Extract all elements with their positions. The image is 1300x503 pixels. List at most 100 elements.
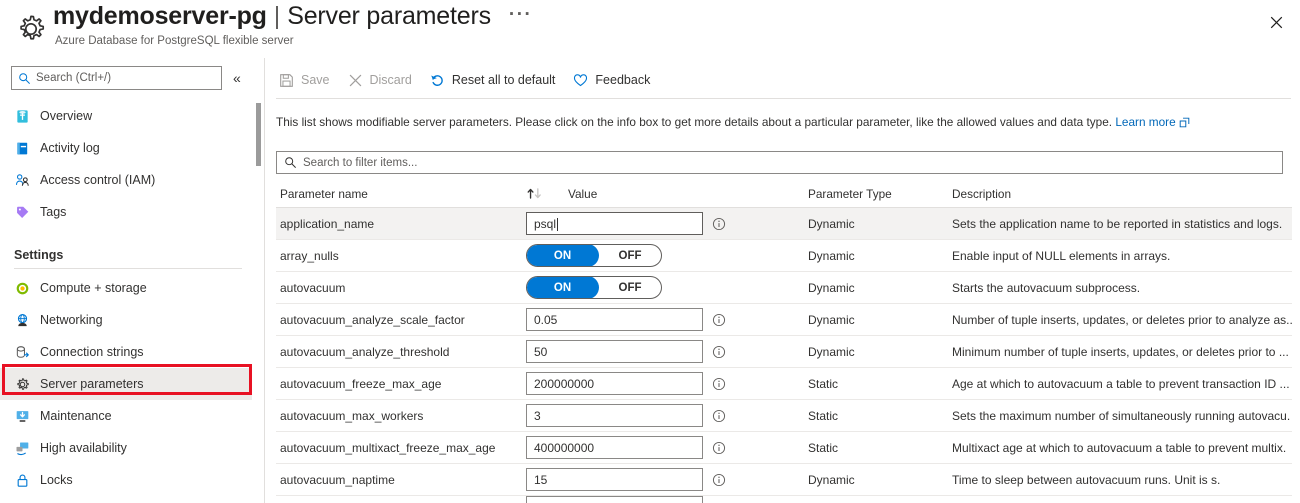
sidebar-item-label: Compute + storage — [40, 281, 147, 295]
parameter-value-cell: 3 — [526, 404, 808, 427]
activity-log-icon — [14, 140, 31, 157]
parameter-description: Sets the maximum number of simultaneousl… — [952, 408, 1291, 423]
search-icon — [18, 72, 31, 85]
value-input[interactable]: 3 — [526, 404, 703, 427]
parameter-name: application_name — [280, 216, 375, 231]
parameter-value-cell-partial — [526, 496, 808, 503]
column-header-value[interactable]: Value — [568, 187, 808, 201]
text-cursor — [557, 218, 559, 231]
sidebar-item-label: High availability — [40, 441, 127, 455]
value-text: 15 — [534, 472, 548, 487]
column-header-parameter-type[interactable]: Parameter Type — [808, 187, 952, 201]
parameters-table: Parameter name Value Parameter Type Desc… — [276, 180, 1292, 503]
table-row[interactable]: autovacuum ON OFF Dynamic Starts the aut… — [276, 272, 1292, 304]
info-circle-icon[interactable] — [712, 345, 726, 359]
parameter-value-cell: 200000000 — [526, 372, 808, 395]
gear-icon — [14, 376, 31, 393]
table-row[interactable]: autovacuum_naptime 15 Dynamic Time to sl… — [276, 464, 1292, 496]
learn-more-link[interactable]: Learn more — [1115, 115, 1175, 129]
value-input[interactable]: 0.05 — [526, 308, 703, 331]
sidebar-scrollbar-thumb[interactable] — [256, 103, 261, 166]
sidebar-item-maintenance[interactable]: Maintenance — [0, 400, 252, 432]
sidebar-item-compute-storage[interactable]: Compute + storage — [0, 272, 252, 304]
close-button[interactable] — [1261, 7, 1291, 37]
table-row[interactable]: autovacuum_freeze_max_age 200000000 Stat… — [276, 368, 1292, 400]
table-row[interactable]: application_name psql Dynamic Sets the a… — [276, 208, 1292, 240]
column-header-description[interactable]: Description — [952, 187, 1292, 201]
sidebar-item-label: Overview — [40, 109, 93, 123]
info-circle-icon[interactable] — [712, 377, 726, 391]
toggle-off-label: OFF — [618, 281, 642, 294]
sidebar-item-label: Locks — [40, 473, 73, 487]
discard-button[interactable]: Discard — [345, 66, 421, 94]
value-toggle[interactable]: ON OFF — [526, 244, 662, 267]
info-circle-icon[interactable] — [712, 313, 726, 327]
parameter-value-cell: psql — [526, 212, 808, 235]
search-input[interactable]: Search (Ctrl+/) — [11, 66, 222, 90]
sidebar-item-connection-strings[interactable]: Connection strings — [0, 336, 252, 368]
sidebar-item-high-availability[interactable]: High availability — [0, 432, 252, 464]
sidebar-item-overview[interactable]: Overview — [0, 100, 252, 132]
more-menu-button[interactable]: ··· — [509, 4, 532, 26]
toggle-on-label: ON — [527, 277, 599, 298]
value-input[interactable] — [526, 496, 703, 503]
parameter-description: Age at which to autovacuum a table to pr… — [952, 376, 1290, 391]
parameter-name: autovacuum — [280, 280, 346, 295]
page-subtitle-inline: Server parameters — [287, 2, 491, 30]
info-circle-icon[interactable] — [712, 409, 726, 423]
parameter-type: Static — [808, 376, 839, 391]
lock-icon — [14, 472, 31, 489]
value-text: 3 — [534, 408, 541, 423]
value-input[interactable]: 200000000 — [526, 372, 703, 395]
sidebar-item-networking[interactable]: Networking — [0, 304, 252, 336]
parameter-type: Dynamic — [808, 344, 855, 359]
parameter-type: Dynamic — [808, 216, 855, 231]
value-input[interactable]: 15 — [526, 468, 703, 491]
feedback-button[interactable]: Feedback — [570, 66, 659, 94]
parameter-description: Time to sleep between autovacuum runs. U… — [952, 472, 1221, 487]
sidebar-collapse-button[interactable]: « — [233, 68, 241, 88]
table-row[interactable]: autovacuum_analyze_threshold 50 Dynamic … — [276, 336, 1292, 368]
info-circle-icon[interactable] — [712, 441, 726, 455]
main-content: Save Discard Reset all to default Feedba… — [265, 58, 1300, 503]
table-row[interactable]: array_nulls ON OFF Dynamic Enable input … — [276, 240, 1292, 272]
sidebar: Search (Ctrl+/) « Overview Activity log … — [0, 58, 264, 503]
table-row-partial[interactable] — [276, 496, 1292, 503]
info-circle-icon[interactable] — [712, 217, 726, 231]
table-row[interactable]: autovacuum_multixact_freeze_max_age 4000… — [276, 432, 1292, 464]
discard-label: Discard — [369, 73, 412, 87]
value-text: 50 — [534, 344, 548, 359]
sidebar-item-tags[interactable]: Tags — [0, 196, 252, 228]
parameter-type: Dynamic — [808, 312, 855, 327]
value-input[interactable]: 50 — [526, 340, 703, 363]
reset-all-to-default-button[interactable]: Reset all to default — [427, 66, 565, 94]
close-icon — [1270, 16, 1282, 28]
value-toggle[interactable]: ON OFF — [526, 276, 662, 299]
column-header-parameter-name[interactable]: Parameter name — [276, 187, 526, 201]
gear-icon — [14, 12, 48, 46]
parameter-name: autovacuum_max_workers — [280, 408, 424, 423]
search-icon — [284, 156, 297, 169]
info-circle-icon[interactable] — [712, 473, 726, 487]
value-input[interactable]: 400000000 — [526, 436, 703, 459]
networking-icon — [14, 312, 31, 329]
sidebar-nav-list: Overview Activity log Access control (IA… — [0, 100, 252, 496]
high-availability-icon — [14, 440, 31, 457]
sidebar-item-access-control[interactable]: Access control (IAM) — [0, 164, 252, 196]
value-input[interactable]: psql — [526, 212, 703, 235]
sidebar-item-locks[interactable]: Locks — [0, 464, 252, 496]
azure-portal-blade: mydemoserver-pg | Server parameters ··· … — [0, 0, 1300, 503]
table-row[interactable]: autovacuum_analyze_scale_factor 0.05 Dyn… — [276, 304, 1292, 336]
table-row[interactable]: autovacuum_max_workers 3 Static Sets the… — [276, 400, 1292, 432]
save-label: Save — [301, 73, 330, 87]
parameter-value-cell: ON OFF — [526, 244, 808, 267]
save-button[interactable]: Save — [276, 66, 339, 94]
filter-input[interactable]: Search to filter items... — [276, 151, 1283, 174]
heart-icon — [572, 72, 589, 89]
blade-title-wrap: mydemoserver-pg | Server parameters ··· … — [53, 2, 532, 47]
sidebar-item-activity-log[interactable]: Activity log — [0, 132, 252, 164]
sort-arrows-icon[interactable] — [526, 187, 568, 200]
sidebar-item-server-parameters[interactable]: Server parameters — [0, 368, 252, 400]
parameter-description: Sets the application name to be reported… — [952, 216, 1283, 231]
filter-placeholder: Search to filter items... — [303, 156, 418, 169]
